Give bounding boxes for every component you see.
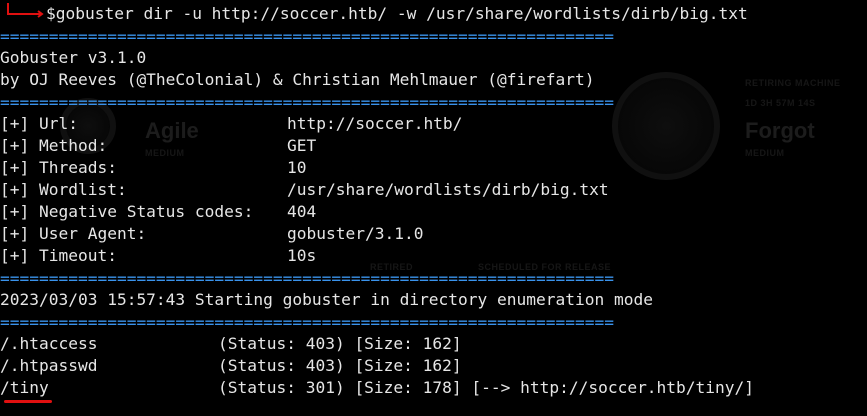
separator-2: ========================================… <box>0 93 614 112</box>
result-path: /.htpasswd <box>0 356 98 375</box>
start-message: 2023/03/03 15:57:43 Starting gobuster in… <box>0 290 653 309</box>
left-machine-name: Agile <box>145 118 199 143</box>
separator-4: ========================================… <box>0 313 614 332</box>
config-key: [+] Timeout: <box>0 246 117 265</box>
config-key: [+] Wordlist: <box>0 180 127 199</box>
right-machine-status-label: RETIRING MACHINE <box>745 78 841 88</box>
config-key: [+] Negative Status codes: <box>0 202 254 221</box>
forgot-logo-circle <box>612 72 720 180</box>
result-status: (Status: 403) [Size: 162] <box>218 356 462 375</box>
banner-version: Gobuster v3.1.0 <box>0 48 147 67</box>
config-key: [+] Threads: <box>0 158 117 177</box>
config-key: [+] User Agent: <box>0 224 147 243</box>
right-machine-name: Forgot <box>745 118 815 143</box>
command-line: $gobuster dir -u http://soccer.htb/ -w /… <box>46 3 748 25</box>
config-value: gobuster/3.1.0 <box>287 224 424 243</box>
result-status: (Status: 301) [Size: 178] [--> http://so… <box>218 378 755 397</box>
result-path: /.htaccess <box>0 334 98 353</box>
prompt-corner-icon <box>7 3 44 18</box>
right-machine-difficulty: MEDIUM <box>745 148 785 158</box>
config-value: /usr/share/wordlists/dirb/big.txt <box>287 180 609 199</box>
separator-3: ========================================… <box>0 269 614 288</box>
config-key: [+] Url: <box>0 114 78 133</box>
left-machine-difficulty: MEDIUM <box>145 148 185 158</box>
right-machine-timer: 1D 3H 57M 14S <box>745 98 816 108</box>
config-value: 404 <box>287 202 317 221</box>
prompt-symbol: $ <box>46 4 56 23</box>
command-text: gobuster dir -u http://soccer.htb/ -w /u… <box>55 4 748 23</box>
result-path: /tiny <box>0 378 49 397</box>
config-value: 10 <box>287 158 307 177</box>
config-value: GET <box>287 136 317 155</box>
config-key: [+] Method: <box>0 136 108 155</box>
config-value: http://soccer.htb/ <box>287 114 463 133</box>
config-value: 10s <box>287 246 317 265</box>
separator-1: ========================================… <box>0 27 614 46</box>
result-status: (Status: 403) [Size: 162] <box>218 334 462 353</box>
banner-authors: by OJ Reeves (@TheColonial) & Christian … <box>0 70 595 89</box>
tiny-highlight-underline <box>4 400 52 403</box>
